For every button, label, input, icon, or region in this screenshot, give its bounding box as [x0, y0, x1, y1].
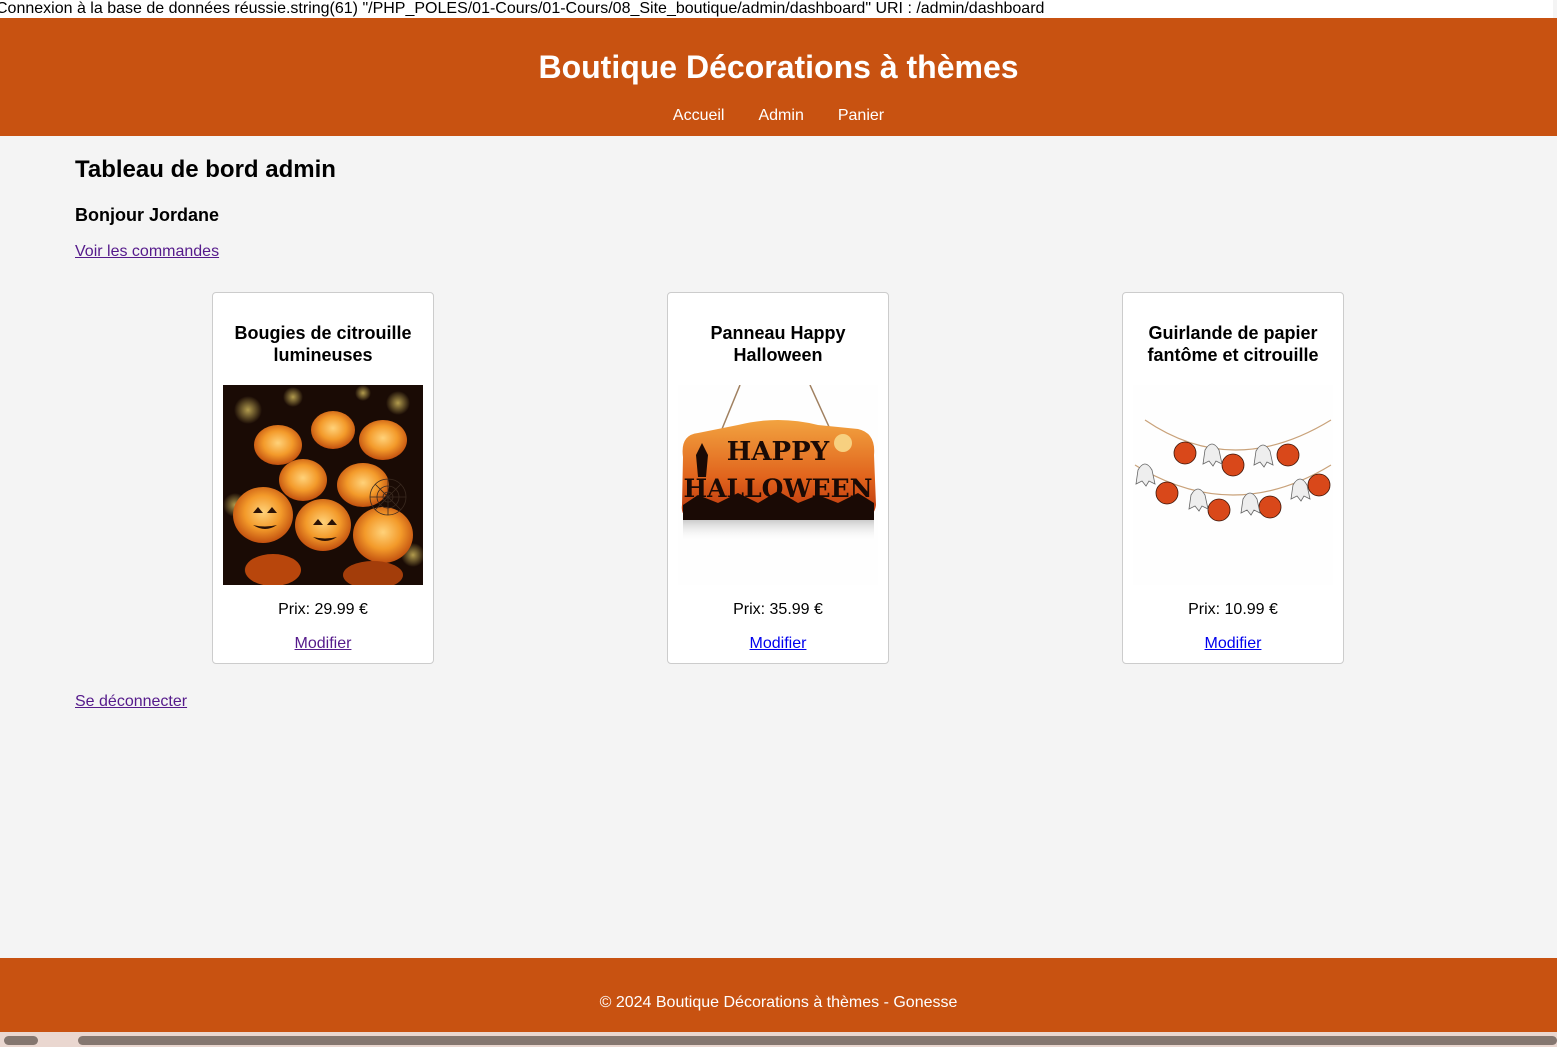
edit-product-link[interactable]: Modifier	[295, 635, 352, 652]
happy-halloween-sign-image: HAPPY HALLOWEEN	[678, 385, 878, 585]
pumpkin-candles-image	[223, 385, 423, 585]
footer-copyright: © 2024 Boutique Décorations à thèmes - G…	[599, 994, 958, 1011]
logout-link[interactable]: Se déconnecter	[75, 693, 187, 711]
scrollbar-thumb[interactable]	[78, 1036, 1557, 1045]
site-header: Boutique Décorations à thèmes Accueil Ad…	[0, 18, 1557, 136]
site-title: Boutique Décorations à thèmes	[538, 49, 1019, 85]
product-price: Prix: 35.99 €	[733, 601, 823, 618]
edit-product-link[interactable]: Modifier	[1205, 635, 1262, 652]
product-card: Guirlande de papier fantôme et citrouill…	[1122, 292, 1344, 664]
product-card: Panneau Happy Halloween HAPPY HALLOWEEN …	[667, 292, 889, 664]
sign-text-halloween: HALLOWEEN	[684, 474, 873, 503]
page-title: Tableau de bord admin	[75, 156, 336, 183]
product-price: Prix: 10.99 €	[1188, 601, 1278, 618]
ghost-pumpkin-garland-image	[1133, 385, 1333, 585]
main-nav: Accueil Admin Panier	[0, 106, 1557, 126]
product-name: Bougies de citrouille lumineuses	[234, 323, 412, 365]
product-price: Prix: 29.99 €	[278, 601, 368, 618]
product-name: Panneau Happy Halloween	[710, 323, 846, 365]
sign-text-happy: HAPPY	[727, 437, 830, 467]
greeting: Bonjour Jordane	[75, 205, 220, 225]
site-footer: © 2024 Boutique Décorations à thèmes - G…	[0, 958, 1557, 1032]
view-orders-link[interactable]: Voir les commandes	[75, 243, 219, 261]
horizontal-scrollbar[interactable]	[0, 1032, 1557, 1047]
nav-link-admin[interactable]: Admin	[758, 106, 803, 126]
product-card: Bougies de citrouille lumineuses Prix: 2…	[212, 292, 434, 664]
product-name: Guirlande de papier fantôme et citrouill…	[1147, 323, 1319, 365]
nav-link-panier[interactable]: Panier	[838, 106, 884, 126]
debug-output: Connexion à la base de données réussie.s…	[0, 0, 1553, 18]
edit-product-link[interactable]: Modifier	[750, 635, 807, 652]
nav-link-accueil[interactable]: Accueil	[673, 106, 725, 126]
scrollbar-thumb-small[interactable]	[4, 1036, 38, 1045]
